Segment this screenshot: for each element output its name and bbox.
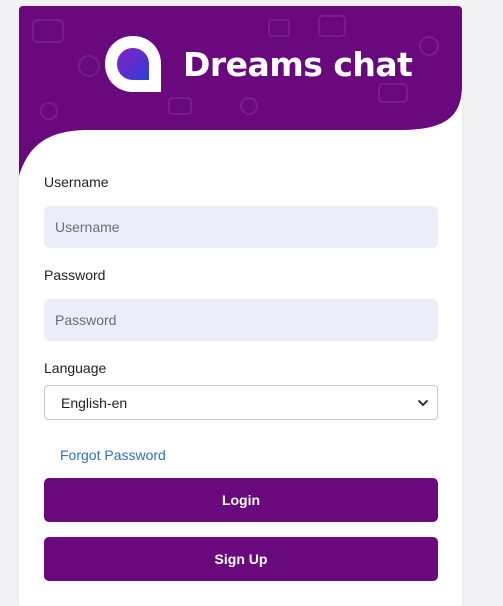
username-label: Username (44, 174, 109, 190)
password-input[interactable] (44, 299, 438, 341)
brand: Dreams chat (103, 34, 413, 94)
forgot-password-link[interactable]: Forgot Password (44, 447, 438, 463)
brand-header: Dreams chat (19, 6, 462, 181)
chat-bubble-logo-icon (105, 36, 161, 92)
login-button[interactable]: Login (44, 478, 438, 522)
language-selected-value: English-en (61, 394, 128, 411)
language-select[interactable]: English-en (44, 385, 438, 420)
password-label: Password (44, 267, 106, 283)
chevron-down-icon (418, 399, 428, 406)
language-label: Language (44, 360, 107, 376)
username-input[interactable] (44, 206, 438, 248)
signup-button[interactable]: Sign Up (44, 537, 438, 581)
login-form: Username Password Language English-en Fo… (44, 172, 438, 581)
login-card: Dreams chat Username Password Language E… (19, 6, 462, 606)
brand-name: Dreams chat (183, 44, 413, 84)
